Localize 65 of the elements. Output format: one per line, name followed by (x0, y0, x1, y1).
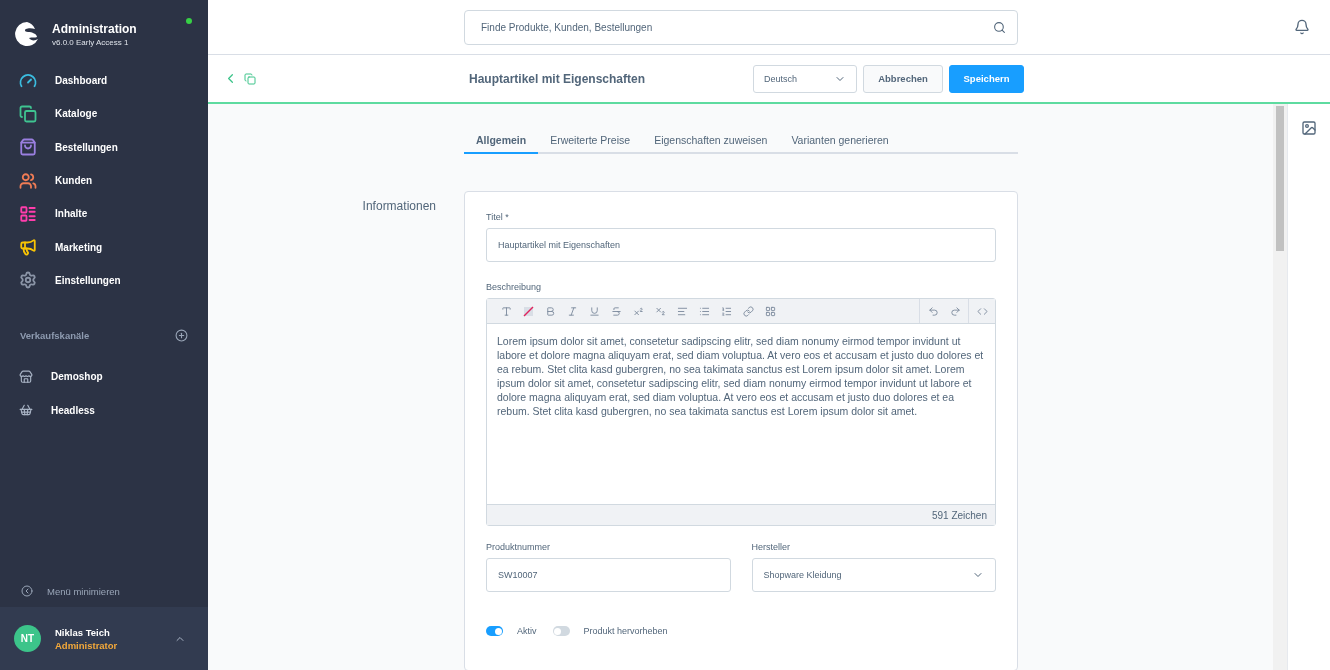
subscript-icon[interactable] (654, 305, 666, 317)
basket-icon (19, 403, 33, 417)
field-label: Titel * (486, 212, 510, 222)
tab[interactable]: Eigenschaften zuweisen (642, 134, 780, 154)
sales-channel-item[interactable]: Demoshop (0, 360, 208, 394)
toggle-label: Aktiv (517, 626, 537, 636)
app-title: Administration (52, 21, 138, 36)
tab[interactable]: Erweiterte Preise (538, 134, 643, 154)
nav-item[interactable]: Einstellungen (0, 263, 208, 298)
bold-icon[interactable] (544, 305, 556, 317)
underline-icon[interactable] (588, 305, 600, 317)
font-icon[interactable] (500, 305, 512, 317)
page-title: Hauptartikel mit Eigenschaften (469, 71, 647, 86)
cancel-button[interactable]: Abbrechen (863, 64, 943, 93)
nav-item[interactable]: Marketing (0, 230, 208, 264)
clear-format-icon[interactable] (522, 305, 534, 317)
toggle-label: Produkt hervorheben (583, 626, 668, 636)
user-role: Administrator (55, 639, 119, 651)
numbered-list-icon[interactable] (720, 305, 732, 317)
field-label: Produktnummer (486, 542, 552, 552)
image-icon[interactable] (1301, 120, 1317, 136)
nav-item[interactable]: Kataloge (0, 97, 208, 131)
add-icon[interactable] (175, 329, 188, 343)
align-icon[interactable] (676, 305, 688, 317)
section-heading: Verkaufskanäle (20, 330, 90, 342)
title-field[interactable]: Hauptartikel mit Eigenschaften (486, 228, 996, 262)
link-icon[interactable] (742, 305, 754, 317)
section-title: Informationen (361, 199, 436, 215)
toggle-switch[interactable] (552, 626, 570, 636)
superscript-icon[interactable] (632, 305, 644, 317)
undo-icon[interactable] (927, 305, 939, 317)
nav-item[interactable]: Dashboard (0, 64, 208, 98)
strikethrough-icon[interactable] (610, 305, 622, 317)
logo-icon (14, 21, 40, 47)
tab[interactable]: Allgemein (464, 134, 539, 154)
copy-icon[interactable] (244, 72, 256, 85)
version-text: v6.0.0 Early Access 1 (52, 37, 130, 47)
user-name: Niklas Teich (55, 626, 111, 638)
tab[interactable]: Varianten generieren (779, 134, 901, 154)
language-select[interactable]: Deutsch (753, 64, 857, 93)
character-count: 591 Zeichen (931, 509, 987, 521)
collapse-menu-link[interactable]: Menü minimieren (0, 585, 208, 607)
search-field[interactable]: Finde Produkte, Kunden, Bestellungen (464, 9, 1018, 45)
product-number-field[interactable]: SW10007 (486, 558, 731, 592)
toggle-switch[interactable] (486, 626, 503, 636)
scrollbar[interactable] (1273, 104, 1287, 670)
store-icon (19, 369, 33, 384)
nav-item[interactable]: Bestellungen (0, 130, 208, 164)
nav-item[interactable]: Inhalte (0, 197, 208, 231)
avatar: NT (14, 625, 41, 652)
bell-icon[interactable] (1294, 19, 1310, 35)
text-editor[interactable] (486, 298, 996, 526)
code-icon[interactable] (976, 305, 988, 317)
description-text: Lorem ipsum dolor sit amet, consetetur sadipscing elitr, sed diam nonumy eirmod tempor invidunt ut labore et dolore magna aliquyam erat, sed diam voluptua. At vero eos et accusam et justo duo dolores et ea rebum. Stet clita kasd gubergren, no sea takimata sanctus est Lorem ipsum dolor sit amet. Lorem ipsum dolor sit amet, consetetur sadipscing elitr, sed diam nonumy eirmod tempor invidunt ut labore et dolore magna aliquyam erat, sed diam voluptua. At vero eos et accusam et justo duo dolores et ea rebum. Stet clita kasd gubergren, no sea takimata sanctus est Lorem ipsum dolor sit amet. (496, 334, 985, 419)
search-icon[interactable] (993, 20, 1006, 34)
italic-icon[interactable] (566, 305, 578, 317)
table-icon[interactable] (764, 305, 776, 317)
field-label: Hersteller (751, 542, 791, 552)
nav-item[interactable]: Kunden (0, 163, 208, 198)
field-label: Beschreibung (486, 282, 543, 292)
sales-channel-item[interactable]: Headless (0, 393, 208, 427)
redo-icon[interactable] (949, 305, 961, 317)
manufacturer-select[interactable]: Shopware Kleidung (751, 558, 996, 592)
chevron-left-icon (21, 585, 33, 597)
bullet-list-icon[interactable] (698, 305, 710, 317)
